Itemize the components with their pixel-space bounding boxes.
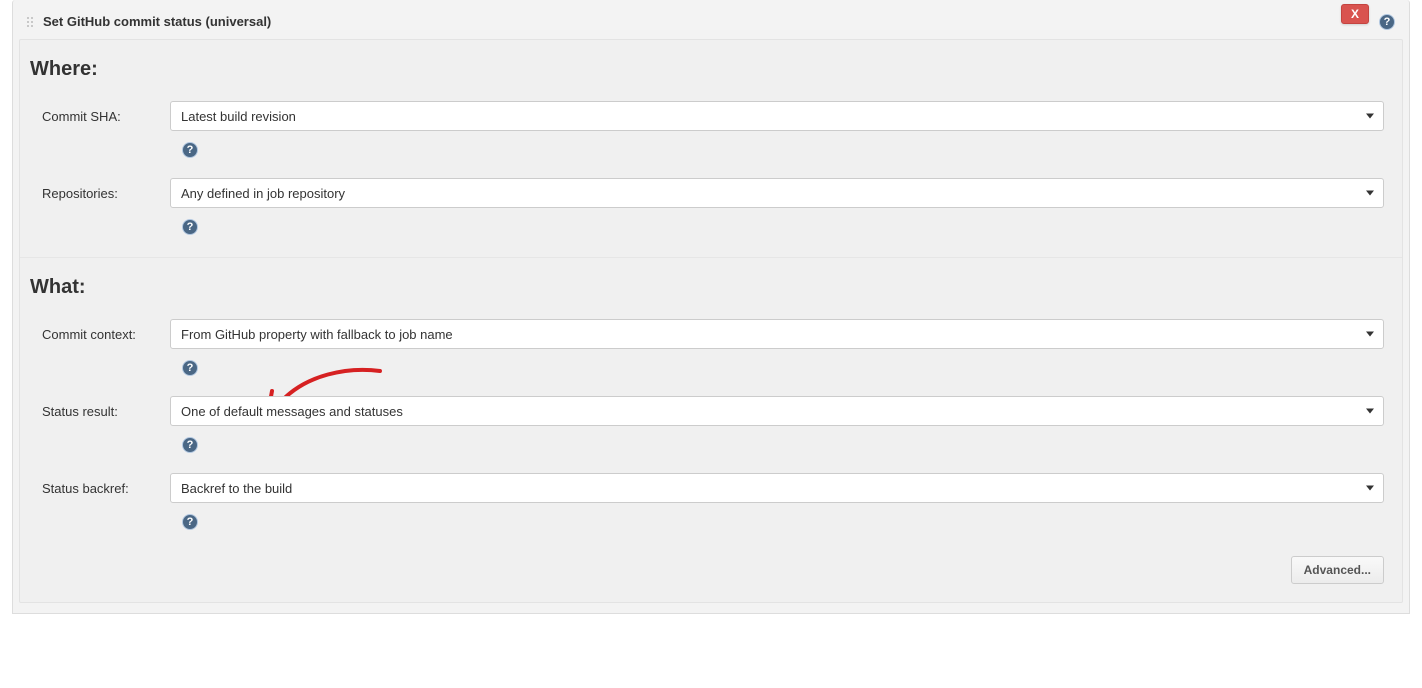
commit-sha-label: Commit SHA:	[30, 109, 170, 124]
commit-context-label: Commit context:	[30, 327, 170, 342]
commit-context-help-icon[interactable]: ?	[182, 360, 198, 376]
commit-context-row: Commit context: From GitHub property wit…	[20, 313, 1402, 355]
repositories-value: Any defined in job repository	[181, 186, 345, 201]
section-title: Set GitHub commit status (universal)	[43, 14, 271, 29]
what-heading: What:	[20, 258, 1402, 313]
where-block: Where: Commit SHA: Latest build revision…	[20, 40, 1402, 257]
status-result-row: Status result: One of default messages a…	[20, 390, 1402, 432]
status-backref-select[interactable]: Backref to the build	[170, 473, 1384, 503]
status-result-value: One of default messages and statuses	[181, 404, 403, 419]
commit-context-select[interactable]: From GitHub property with fallback to jo…	[170, 319, 1384, 349]
remove-section-button[interactable]: X	[1341, 4, 1369, 24]
commit-sha-row: Commit SHA: Latest build revision	[20, 95, 1402, 137]
repositories-select[interactable]: Any defined in job repository	[170, 178, 1384, 208]
section-help-icon[interactable]: ?	[1379, 14, 1395, 30]
status-backref-value: Backref to the build	[181, 481, 292, 496]
status-result-select[interactable]: One of default messages and statuses	[170, 396, 1384, 426]
status-backref-label: Status backref:	[30, 481, 170, 496]
repositories-label: Repositories:	[30, 186, 170, 201]
repositories-row: Repositories: Any defined in job reposit…	[20, 172, 1402, 214]
repositories-help-icon[interactable]: ?	[182, 219, 198, 235]
commit-sha-select[interactable]: Latest build revision	[170, 101, 1384, 131]
drag-handle-icon[interactable]	[25, 15, 35, 29]
status-backref-row: Status backref: Backref to the build	[20, 467, 1402, 509]
status-result-label: Status result:	[30, 404, 170, 419]
status-backref-help-icon[interactable]: ?	[182, 514, 198, 530]
advanced-button[interactable]: Advanced...	[1291, 556, 1384, 584]
commit-status-section: Set GitHub commit status (universal) X ?…	[12, 0, 1410, 614]
what-block: What: Commit context: From GitHub proper…	[20, 257, 1402, 592]
status-result-help-icon[interactable]: ?	[182, 437, 198, 453]
where-heading: Where:	[20, 40, 1402, 95]
section-header: Set GitHub commit status (universal) X ?	[19, 6, 1403, 39]
advanced-row: Advanced...	[20, 544, 1402, 584]
commit-context-value: From GitHub property with fallback to jo…	[181, 327, 453, 342]
commit-sha-value: Latest build revision	[181, 109, 296, 124]
commit-sha-help-icon[interactable]: ?	[182, 142, 198, 158]
section-body: Where: Commit SHA: Latest build revision…	[19, 39, 1403, 603]
